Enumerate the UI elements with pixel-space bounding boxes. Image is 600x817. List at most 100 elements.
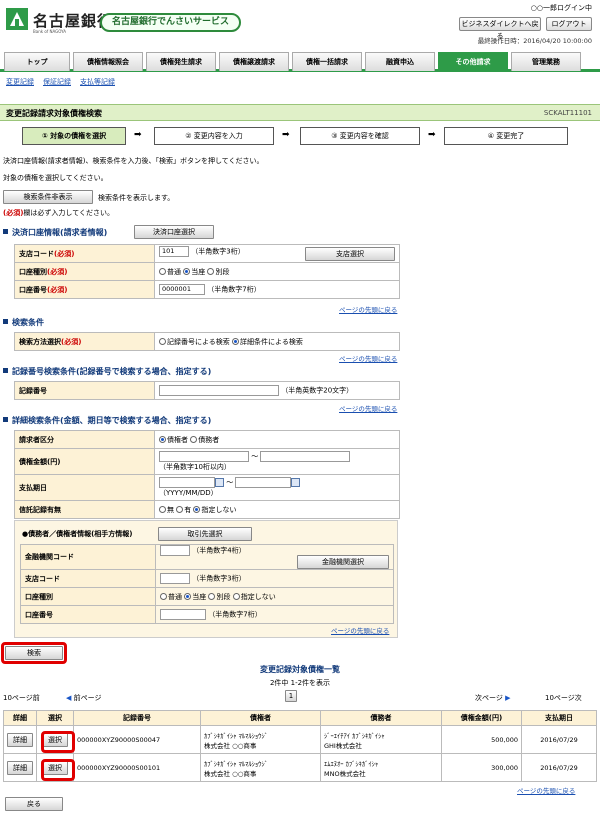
detail-button[interactable]: 詳細 xyxy=(7,732,33,747)
col-creditor: 債権者 xyxy=(200,710,321,726)
radio-debtor[interactable] xyxy=(190,436,198,443)
account-type-label: 口座種別 xyxy=(19,267,47,276)
radio-party-separate[interactable] xyxy=(208,593,216,600)
radio-label: 有 xyxy=(184,505,192,514)
branch-code-input[interactable]: 101 xyxy=(159,246,189,257)
radio-label: 債務者 xyxy=(198,435,220,444)
section-account-title: 決済口座情報(請求者情報) xyxy=(3,227,107,238)
tab-admin[interactable]: 管理業務 xyxy=(511,52,581,71)
tab-transfer[interactable]: 債権譲渡請求 xyxy=(219,52,289,71)
bank-select-button[interactable]: 金融機関選択 xyxy=(297,555,389,569)
step-3: ③ 変更内容を確認 xyxy=(300,127,420,145)
account-number-hint: （半角数字7桁） xyxy=(207,285,261,294)
party-number-label: 口座番号 xyxy=(20,605,156,624)
party-branch-hint: （半角数字3桁） xyxy=(192,574,246,583)
radio-current[interactable] xyxy=(183,268,191,275)
results-count: 2件中 1-2件を表示 xyxy=(269,679,331,687)
col-record-number: 記録番号 xyxy=(73,710,201,726)
step-arrow-icon: ➡ xyxy=(134,130,142,140)
toggle-search-button[interactable]: 検索条件非表示 xyxy=(3,190,93,204)
back-to-top-link[interactable]: ページの先頭に戻る xyxy=(331,625,389,635)
subnav-guarantee-record[interactable]: 保証記録 xyxy=(43,78,71,86)
section-record-number-title: 記録番号検索条件(記録番号で検索する場合、指定する) xyxy=(3,366,211,377)
required-mark: (必須) xyxy=(47,285,68,294)
bank-code-input[interactable] xyxy=(160,545,190,556)
amount: 500,000 xyxy=(441,725,522,754)
creditor-kana: ｶﾌﾞｼｷｶﾞｲｼｬ ﾏﾙﾏﾙｼｮｳｼﾞ xyxy=(204,759,268,768)
subnav-payment-record[interactable]: 支払等記録 xyxy=(80,78,115,86)
back-to-top-link[interactable]: ページの先頭に戻る xyxy=(517,785,575,795)
instruction-1: 決済口座情報(請求者情報)、検索条件を入力後、「検索」ボタンを押してください。 xyxy=(3,157,264,165)
amount-from-input[interactable] xyxy=(159,451,249,462)
required-mark: (必須) xyxy=(61,337,82,346)
next-10-pages: 10ページ次 xyxy=(545,694,582,702)
radio-label: 詳細条件による検索 xyxy=(240,337,303,346)
tab-other[interactable]: その他請求 xyxy=(438,52,508,71)
page-1-button[interactable]: 1 xyxy=(285,690,297,702)
due-from-input[interactable] xyxy=(159,477,215,488)
party-number-input[interactable] xyxy=(160,609,206,620)
record-number-input[interactable] xyxy=(159,385,279,396)
amount-label: 債権金額(円) xyxy=(14,448,155,475)
partner-select-button[interactable]: 取引先選択 xyxy=(158,527,252,541)
radio-separate[interactable] xyxy=(207,268,215,275)
col-due-date: 支払期日 xyxy=(521,710,597,726)
amount-to-input[interactable] xyxy=(260,451,351,462)
branch-code-label: 支店コード xyxy=(19,249,54,258)
tilde: 〜 xyxy=(226,478,234,487)
calendar-icon[interactable] xyxy=(215,478,224,487)
radio-search-by-detail[interactable] xyxy=(232,338,240,345)
radio-search-by-number[interactable] xyxy=(159,338,166,345)
next-arrow-icon[interactable]: ▶ xyxy=(505,694,510,702)
col-detail: 詳細 xyxy=(3,710,37,726)
tab-inquiry[interactable]: 債権情報照会 xyxy=(73,52,143,71)
radio-party-unspecified[interactable] xyxy=(232,593,240,600)
subnav-change-record[interactable]: 変更記録 xyxy=(6,78,34,86)
table-row: 詳細 選択 000000XYZ90000S00101 ｶﾌﾞｼｷｶﾞｲｼｬ ﾏﾙ… xyxy=(3,753,597,782)
last-operation-time: 最終操作日時：2016/04/20 10:00:00 xyxy=(477,37,592,45)
back-to-top-link[interactable]: ページの先頭に戻る xyxy=(339,403,397,413)
branch-select-button[interactable]: 支店選択 xyxy=(305,247,395,261)
requester-type-label: 請求者区分 xyxy=(14,430,155,449)
amount: 300,000 xyxy=(441,753,522,782)
tab-top[interactable]: トップ xyxy=(4,52,70,71)
radio-party-current[interactable] xyxy=(184,593,192,600)
prev-arrow-icon[interactable]: ◀ xyxy=(66,694,71,702)
back-to-top-link[interactable]: ページの先頭に戻る xyxy=(339,353,397,363)
branch-hint: （半角数字3桁） xyxy=(191,247,245,256)
prev-page[interactable]: 前ページ xyxy=(74,694,102,702)
party-branch-input[interactable] xyxy=(160,573,190,584)
tab-issue[interactable]: 債権発生請求 xyxy=(146,52,216,71)
back-button[interactable]: 戻る xyxy=(5,797,63,811)
tilde: 〜 xyxy=(251,452,259,461)
party-type-label: 口座種別 xyxy=(20,587,156,606)
next-page[interactable]: 次ページ xyxy=(475,694,503,702)
tab-bulk[interactable]: 債権一括請求 xyxy=(292,52,362,71)
step-1: ① 対象の債権を選択 xyxy=(22,127,126,145)
radio-label: 当座 xyxy=(191,267,206,276)
account-select-button[interactable]: 決済口座選択 xyxy=(134,225,214,239)
tab-loan[interactable]: 融資申込 xyxy=(365,52,435,71)
service-badge: 名古屋銀行でんさいサービス xyxy=(100,13,242,32)
calendar-icon[interactable] xyxy=(291,478,301,487)
radio-ordinary[interactable] xyxy=(159,268,166,275)
radio-creditor[interactable] xyxy=(159,436,166,443)
due-to-input[interactable] xyxy=(235,477,292,488)
record-number-hint: （半角英数字20文字） xyxy=(281,386,354,395)
radio-party-ordinary[interactable] xyxy=(160,593,167,600)
section-search-title: 検索条件 xyxy=(3,317,44,328)
back-to-top-link[interactable]: ページの先頭に戻る xyxy=(339,304,397,314)
required-mark: (必須) xyxy=(47,267,68,276)
step-2: ② 変更内容を入力 xyxy=(154,127,274,145)
step-arrow-icon: ➡ xyxy=(282,130,290,140)
bank-code-hint: （半角数字4桁） xyxy=(192,546,246,555)
user-status: ○○一郎ログイン中 xyxy=(530,4,592,12)
logout-button[interactable]: ログアウト xyxy=(546,17,592,31)
account-number-input[interactable]: 0000001 xyxy=(159,284,205,295)
results-title: 変更記録対象債権一覧 xyxy=(260,665,340,674)
radio-trust-no[interactable] xyxy=(159,506,166,513)
radio-trust-yes[interactable] xyxy=(176,506,184,513)
radio-trust-unspecified[interactable] xyxy=(193,506,201,513)
detail-button[interactable]: 詳細 xyxy=(7,760,33,775)
business-direct-button[interactable]: ビジネスダイレクトへ戻る xyxy=(459,17,541,40)
